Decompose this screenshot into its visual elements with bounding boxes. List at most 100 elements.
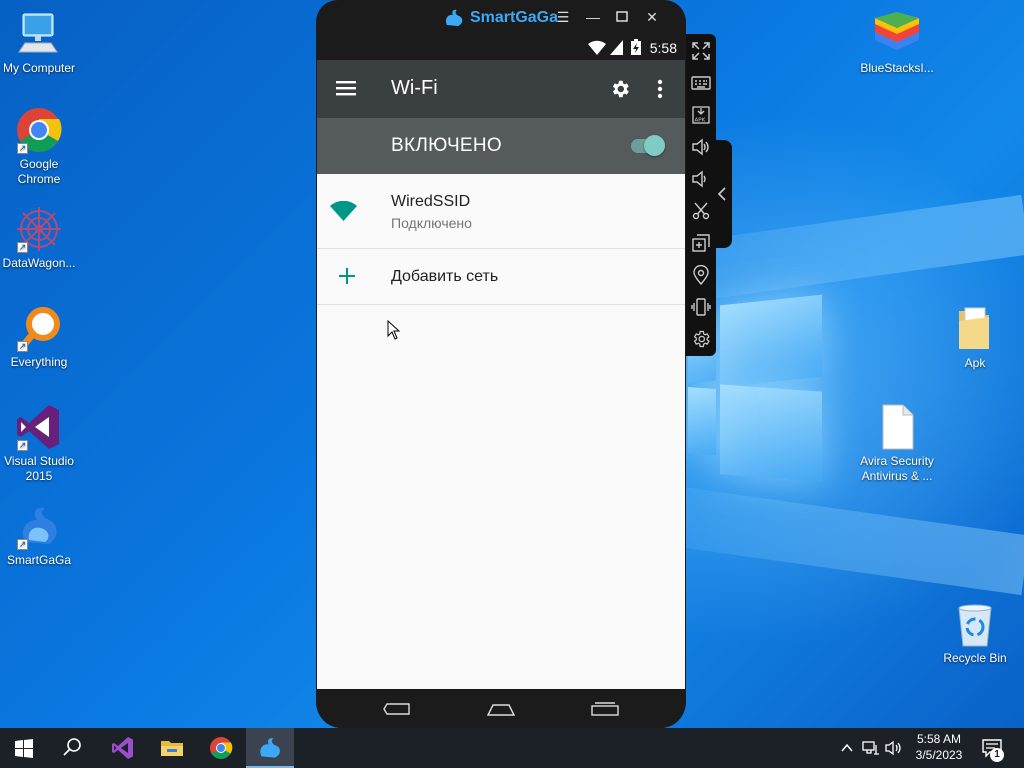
shortcut-arrow-icon: ↗ bbox=[17, 143, 28, 154]
screenshot-scissors-icon[interactable] bbox=[691, 201, 711, 221]
recycle-bin-icon bbox=[951, 600, 999, 648]
add-network-label: Добавить сеть bbox=[391, 268, 499, 285]
desktop-icon-everything[interactable]: ↗ Everything bbox=[0, 304, 78, 370]
desktop-icon-bluestacks[interactable]: BlueStacksI... bbox=[858, 10, 936, 76]
desktop-icon-label: Avira Security Antivirus & ... bbox=[860, 454, 934, 483]
desktop-icon-label: Recycle Bin bbox=[943, 651, 1007, 665]
file-explorer-icon bbox=[161, 741, 183, 756]
fullscreen-icon[interactable] bbox=[691, 41, 711, 61]
settings-gear-icon[interactable] bbox=[609, 78, 631, 105]
visual-studio-icon: ↗ bbox=[15, 403, 63, 451]
wifi-master-switch-row[interactable]: ВКЛЮЧЕНО bbox=[317, 118, 685, 174]
shortcut-arrow-icon: ↗ bbox=[17, 341, 28, 352]
smartgaga-icon: ↗ bbox=[15, 502, 63, 550]
taskbar-clock[interactable]: 5:58 AM 3/5/2023 bbox=[908, 731, 970, 763]
shake-icon[interactable] bbox=[691, 297, 711, 317]
desktop-icon-datawagon[interactable]: ↗ DataWagon... bbox=[0, 205, 78, 271]
clock-time: 5:58 AM bbox=[916, 732, 962, 746]
visual-studio-icon bbox=[112, 737, 133, 759]
taskbar-search-button[interactable] bbox=[48, 728, 96, 768]
notification-count-badge: 1 bbox=[990, 748, 1004, 762]
windows-start-icon bbox=[15, 739, 33, 758]
hamburger-menu-icon[interactable] bbox=[336, 80, 356, 101]
wifi-network-item[interactable]: WiredSSID Подключено bbox=[317, 174, 685, 249]
desktop-icon-label: DataWagon... bbox=[2, 256, 76, 270]
desktop-icon-smartgaga[interactable]: ↗ SmartGaGa bbox=[0, 502, 78, 568]
android-screen: Wi-Fi ВКЛЮЧЕНО WiredSSID Подключено Доба… bbox=[317, 60, 685, 689]
volume-up-icon[interactable] bbox=[691, 137, 711, 157]
menu-icon[interactable]: ☰ bbox=[554, 8, 572, 26]
desktop-icon-avira[interactable]: Avira Security Antivirus & ... bbox=[858, 403, 936, 484]
wallpaper-logo-pane bbox=[720, 384, 822, 482]
wifi-switch-label: ВКЛЮЧЕНО bbox=[391, 135, 503, 156]
multi-instance-icon[interactable] bbox=[691, 233, 711, 253]
minimize-icon[interactable]: — bbox=[584, 8, 602, 26]
search-icon bbox=[63, 738, 81, 756]
cellular-signal-icon bbox=[610, 40, 623, 58]
desktop-icon-my-computer[interactable]: My Computer bbox=[0, 10, 78, 76]
chrome-icon: ↗ bbox=[15, 106, 63, 154]
taskbar-file-explorer[interactable] bbox=[148, 728, 196, 768]
wallpaper-logo-pane bbox=[720, 294, 822, 388]
desktop-icon-recycle-bin[interactable]: Recycle Bin bbox=[936, 600, 1014, 666]
close-icon[interactable]: ✕ bbox=[643, 8, 661, 26]
network-icon[interactable] bbox=[862, 740, 880, 761]
network-status: Подключено bbox=[391, 215, 472, 231]
shortcut-arrow-icon: ↗ bbox=[17, 242, 28, 253]
chevron-left-icon bbox=[717, 187, 727, 206]
file-icon bbox=[873, 403, 921, 451]
wallpaper-logo-pane bbox=[688, 387, 716, 455]
volume-icon[interactable] bbox=[885, 740, 903, 761]
battery-icon bbox=[631, 39, 641, 58]
maximize-icon[interactable] bbox=[613, 8, 631, 26]
android-status-bar: 5:58 bbox=[316, 36, 686, 60]
settings-gear-icon[interactable] bbox=[691, 329, 711, 349]
windows-taskbar: 5:58 AM 3/5/2023 1 bbox=[0, 728, 1024, 768]
desktop-icon-label: BlueStacksI... bbox=[860, 61, 934, 75]
chrome-icon bbox=[210, 737, 233, 759]
taskbar-smartgaga[interactable] bbox=[246, 728, 294, 768]
bluestacks-icon bbox=[873, 10, 921, 58]
status-clock: 5:58 bbox=[649, 40, 677, 56]
taskbar-visual-studio[interactable] bbox=[98, 728, 146, 768]
desktop-icon-label: My Computer bbox=[2, 61, 76, 75]
desktop-icon-apk-folder[interactable]: Apk bbox=[936, 305, 1014, 371]
emulator-title: SmartGaGa bbox=[469, 9, 559, 26]
desktop-icon-visual-studio-2015[interactable]: ↗ Visual Studio 2015 bbox=[0, 403, 78, 484]
add-plus-icon bbox=[339, 268, 355, 289]
add-network-item[interactable]: Добавить сеть bbox=[317, 249, 685, 305]
desktop-icon-google-chrome[interactable]: ↗ Google Chrome bbox=[0, 106, 78, 187]
taskbar-chrome[interactable] bbox=[197, 728, 245, 768]
desktop-icon-label: Apk bbox=[964, 356, 986, 370]
overflow-menu-icon[interactable] bbox=[657, 79, 663, 104]
desktop-icon-label: Google Chrome bbox=[17, 157, 61, 186]
shortcut-arrow-icon: ↗ bbox=[17, 539, 28, 550]
datawagon-icon: ↗ bbox=[15, 205, 63, 253]
wifi-signal-icon bbox=[330, 200, 357, 226]
keyboard-icon[interactable] bbox=[691, 73, 711, 93]
shortcut-arrow-icon: ↗ bbox=[17, 440, 28, 451]
apk-install-icon[interactable]: APK bbox=[691, 105, 711, 125]
chevron-up-icon[interactable] bbox=[840, 741, 854, 760]
collapse-toolbar-tab[interactable] bbox=[712, 140, 732, 248]
desktop-icon-label: Everything bbox=[10, 355, 68, 369]
android-nav-bar bbox=[317, 689, 685, 728]
home-button-icon[interactable] bbox=[486, 703, 516, 721]
recent-apps-button-icon[interactable] bbox=[591, 702, 619, 721]
svg-text:APK: APK bbox=[695, 118, 706, 124]
desktop-icon-label: SmartGaGa bbox=[6, 553, 72, 567]
smartgaga-icon bbox=[260, 738, 280, 758]
volume-down-icon[interactable] bbox=[691, 169, 711, 189]
back-button-icon[interactable] bbox=[383, 702, 411, 721]
page-title: Wi-Fi bbox=[391, 77, 438, 99]
desktop-icon-label: Visual Studio 2015 bbox=[4, 454, 74, 483]
start-button[interactable] bbox=[0, 728, 48, 768]
clock-date: 3/5/2023 bbox=[915, 748, 963, 762]
network-name: WiredSSID bbox=[391, 193, 471, 210]
everything-search-icon: ↗ bbox=[15, 304, 63, 352]
mouse-cursor-icon bbox=[387, 319, 401, 345]
location-icon[interactable] bbox=[691, 264, 711, 286]
wifi-signal-icon bbox=[588, 40, 606, 58]
toggle-knob bbox=[644, 135, 665, 156]
smartgaga-logo-icon bbox=[444, 8, 464, 28]
